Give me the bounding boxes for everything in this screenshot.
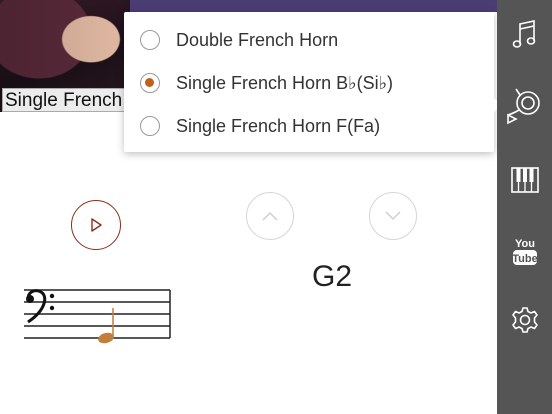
radio-checked[interactable] [140,73,160,93]
option-single-french-horn-bb[interactable]: Single French Horn B♭(Si♭) [124,61,494,105]
french-horn-icon [506,88,540,125]
sidebar: You Tube [497,0,552,414]
sidebar-item-instrument[interactable] [497,82,552,128]
sidebar-item-music[interactable] [497,12,552,58]
music-staff [24,289,171,344]
play-icon [91,218,102,232]
option-label: Single French Horn B♭(Si♭) [176,72,394,93]
option-single-french-horn-f[interactable]: Single French Horn F(Fa) [124,104,494,148]
radio-unchecked[interactable] [140,116,160,136]
option-label: Single French Horn F(Fa) [176,115,381,136]
note-down-button[interactable] [369,192,417,240]
note-name: G2 [311,260,353,293]
svg-text:Tube: Tube [512,253,537,265]
option-label: Double French Horn [176,29,339,50]
sidebar-item-settings[interactable] [497,297,552,343]
note-up-button[interactable] [246,192,294,240]
instrument-dropdown: Double French Horn Single French Horn B♭… [124,12,494,152]
play-button[interactable] [71,200,121,250]
radio-unchecked[interactable] [140,30,160,50]
youtube-icon: You Tube [512,238,537,265]
settings-gear-icon [511,307,538,333]
sidebar-item-youtube[interactable]: You Tube [497,228,552,274]
chevron-up-icon [262,211,278,221]
bass-clef-icon [26,289,55,324]
music-note-icon [512,20,535,48]
photo-caption: Single French [2,88,130,112]
svg-text:You: You [515,238,535,250]
option-double-french-horn[interactable]: Double French Horn [124,18,494,62]
piano-keys-icon [510,167,539,193]
chevron-down-icon [385,211,401,221]
sidebar-item-piano[interactable] [497,157,552,203]
header-strip [130,0,497,12]
